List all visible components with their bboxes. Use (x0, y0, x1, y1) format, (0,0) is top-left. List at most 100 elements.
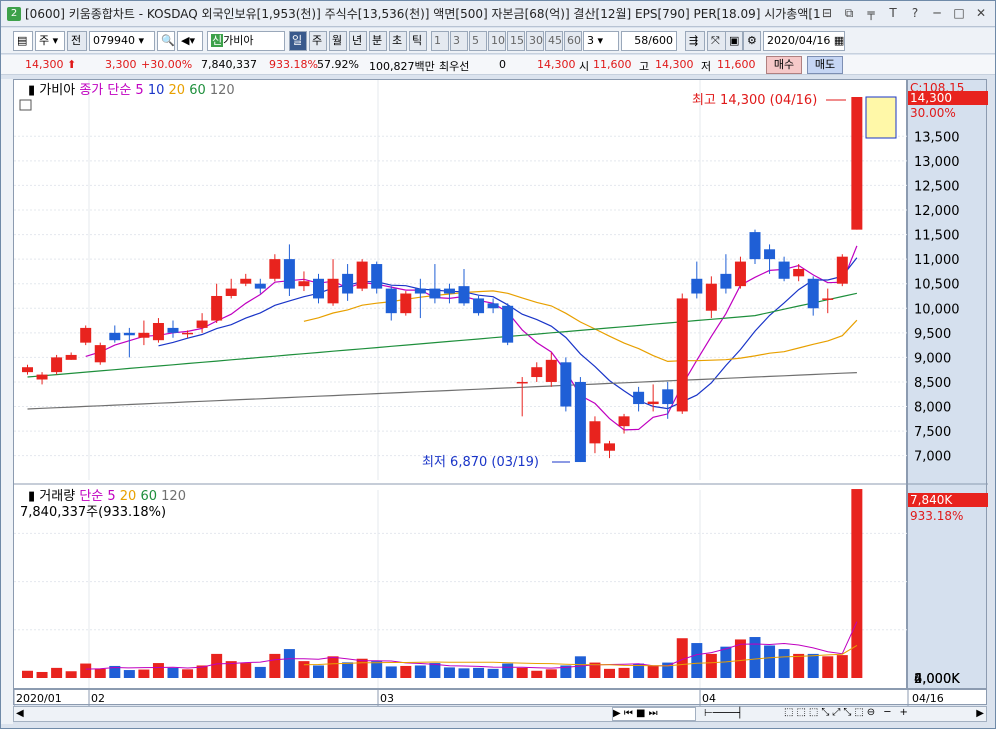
help-icon[interactable]: ? (907, 5, 923, 21)
candle-body (443, 288, 455, 294)
candle-body (705, 283, 717, 311)
period-tab-4[interactable]: 분 (369, 31, 387, 51)
tool-icon[interactable]: ⇶ (685, 31, 705, 51)
volume-bar (473, 667, 485, 678)
interval-button-30[interactable]: 30 (526, 31, 544, 51)
price-tick: 7,500 (914, 425, 951, 440)
volume-bar (414, 665, 426, 678)
best-bid-label: 최우선 (439, 60, 470, 73)
price-tick: 13,500 (914, 130, 960, 145)
volume-bar (298, 661, 310, 678)
scroll-nav-buttons[interactable]: ▶ ⏮ ■ ⏭ (612, 707, 696, 721)
stock-name-field[interactable]: 신가비아 (207, 31, 285, 51)
candle-body (807, 278, 819, 309)
period-tab-5[interactable]: 초 (389, 31, 407, 51)
interval-button-10[interactable]: 10 (488, 31, 506, 51)
volume-bar (487, 668, 499, 678)
interval-button-3[interactable]: 3 (450, 31, 468, 51)
trade-amount: 100,827백만 (369, 60, 435, 73)
pin-icon[interactable]: ⊟ (819, 5, 835, 21)
candle-body (371, 264, 383, 289)
volume-info: 7,840,337주(933.18%) (20, 505, 166, 520)
search-icon[interactable]: 🔍 (157, 31, 175, 51)
candle-body (691, 278, 703, 294)
candle-body (560, 362, 572, 407)
count-select[interactable]: 3 ▾ (583, 31, 619, 51)
quote-bar: 14,300 ⬆ 3,300 +30.00% 7,840,337 933.18%… (1, 55, 995, 75)
volume-bar (618, 667, 630, 678)
price-tick: 8,500 (914, 376, 951, 391)
price-tick: 9,000 (914, 351, 951, 366)
last-price-percent: 30.00% (910, 106, 956, 120)
high-label: 고 (639, 60, 650, 73)
volume-bar (691, 643, 703, 678)
volume-bar (167, 667, 179, 678)
interval-button-15[interactable]: 15 (507, 31, 525, 51)
candle-body (152, 322, 164, 341)
candle-body (676, 298, 688, 412)
volume-bar (429, 663, 441, 678)
save-icon[interactable]: ▣ (725, 31, 743, 51)
interval-button-60[interactable]: 60 (564, 31, 582, 51)
period-select[interactable]: 주 ▾ (35, 31, 65, 51)
split-icon[interactable]: ╤ (863, 5, 879, 21)
volume-bar (356, 658, 368, 678)
last-price-label: 14,300 (910, 91, 952, 105)
window-title: [0600] 키움종합차트 - KOSDAQ 외국인보유[1,953(천)] 주… (25, 7, 821, 21)
period-tab-1[interactable]: 주 (309, 31, 327, 51)
change-percent: +30.00% (141, 58, 193, 71)
chart-tools-icons[interactable]: ⬚⬚⬚⤡⤢⤡⬚⊖ ─ + (784, 707, 911, 718)
zoom-slider[interactable]: ⊢────┤ (704, 708, 774, 720)
date-input[interactable]: 2020/04/16 ▦ (763, 31, 845, 51)
price-tick: 12,000 (914, 204, 960, 219)
chart-area[interactable]: 최고 14,300 (04/16) 최저 6,870 (03/19) ▮ 가비아 종… (13, 79, 908, 690)
candle-body (298, 281, 310, 287)
horizontal-scrollbar[interactable]: ◀ ▶ ⏮ ■ ⏭ ⊢────┤ ⬚⬚⬚⤡⤢⤡⬚⊖ ─ + ▶ (13, 706, 987, 722)
candle-body (283, 259, 295, 289)
high-price: 14,300 (655, 58, 694, 71)
maximize-icon[interactable]: □ (951, 5, 967, 21)
chart-canvas[interactable]: 최고 14,300 (04/16) 최저 6,870 (03/19) ▮ 가비아 종… (14, 80, 908, 690)
period-tab-6[interactable]: 틱 (409, 31, 427, 51)
close-icon[interactable]: ✕ (973, 5, 989, 21)
interval-button-1[interactable]: 1 (431, 31, 449, 51)
candle-body (749, 232, 761, 260)
sell-button[interactable]: 매도 (807, 56, 843, 74)
candle-body (385, 288, 397, 314)
candle-body (633, 391, 645, 405)
restore-icon[interactable]: ⧉ (841, 5, 857, 21)
candle-body (327, 278, 339, 304)
volume-bar (400, 665, 412, 678)
candle-body (545, 359, 557, 382)
minimize-icon[interactable]: ─ (929, 5, 945, 21)
scroll-right-icon[interactable]: ▶ (976, 708, 984, 719)
prev-button[interactable]: 전 (67, 31, 87, 51)
volume-percent: 933.18% (269, 58, 318, 71)
code-input[interactable]: 079940 ▾ (89, 31, 155, 51)
price-target-box (865, 96, 897, 139)
volume-bar (283, 649, 295, 678)
period-tab-3[interactable]: 년 (349, 31, 367, 51)
layout-icon[interactable]: ▤ (13, 31, 33, 51)
settings-icon[interactable]: ⚙ (743, 31, 761, 51)
buy-button[interactable]: 매수 (766, 56, 802, 74)
font-icon[interactable]: T (885, 5, 901, 21)
period-tab-2[interactable]: 월 (329, 31, 347, 51)
interval-button-45[interactable]: 45 (545, 31, 563, 51)
candle-body (822, 298, 834, 300)
volume-bar (705, 653, 717, 678)
scroll-left-icon[interactable]: ◀ (16, 708, 24, 719)
interval-button-5[interactable]: 5 (469, 31, 487, 51)
best-bid-value: 0 (499, 58, 506, 71)
volume-bar (152, 663, 164, 678)
ma120-line (27, 372, 857, 410)
indicator-icon[interactable]: ⤧ (707, 31, 727, 51)
sound-icon[interactable]: ◀▾ (177, 31, 203, 51)
volume-bar (22, 670, 33, 678)
chart-window: 2 [0600] 키움종합차트 - KOSDAQ 외국인보유[1,953(천)]… (0, 0, 996, 729)
price-tick: 10,500 (914, 278, 960, 293)
low-label: 저 (701, 60, 712, 73)
period-tab-0[interactable]: 일 (289, 31, 307, 51)
volume-bar (254, 666, 266, 678)
volume-bar (240, 663, 252, 678)
